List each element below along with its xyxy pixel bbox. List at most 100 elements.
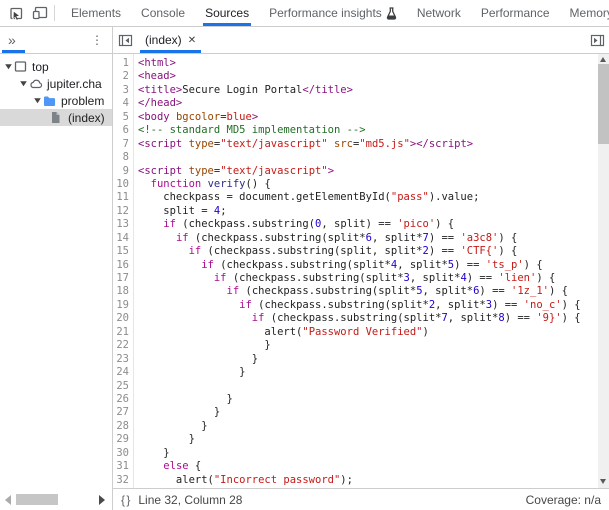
line-number[interactable]: 11 — [113, 191, 129, 204]
device-toolbar-icon[interactable] — [28, 2, 51, 24]
token-default_text: ).value; — [429, 191, 480, 203]
tree-item-top[interactable]: top — [0, 58, 112, 75]
scroll-down-icon[interactable] — [600, 479, 606, 484]
line-number[interactable]: 12 — [113, 205, 129, 218]
inspect-element-icon[interactable] — [5, 2, 28, 24]
token-default_text: } — [138, 339, 271, 351]
token-default_text: { — [189, 460, 202, 472]
token-string: blue — [227, 111, 252, 123]
expander-icon[interactable] — [3, 62, 14, 71]
file-icon — [50, 111, 65, 125]
code-line: if (checkpass.substring(split*7, split*8… — [138, 312, 609, 325]
line-number[interactable]: 1 — [113, 57, 129, 70]
token-default_text: , split* — [423, 285, 474, 297]
tree-item-index[interactable]: (index) — [0, 109, 112, 126]
line-number[interactable]: 13 — [113, 218, 129, 231]
line-number[interactable]: 14 — [113, 232, 129, 245]
line-number[interactable]: 5 — [113, 111, 129, 124]
token-default_text: (checkpass.substring(split* — [189, 232, 366, 244]
tab-performance[interactable]: Performance — [471, 0, 560, 26]
line-number[interactable]: 4 — [113, 97, 129, 110]
sidebar-horizontal-scrollbar[interactable] — [0, 491, 112, 508]
code-line: <title>Secure Login Portal</title> — [138, 84, 609, 97]
line-number[interactable]: 21 — [113, 326, 129, 339]
tree-item-problem[interactable]: problem — [0, 92, 112, 109]
token-keyword: if — [201, 259, 214, 271]
token-default_text: ) == — [429, 245, 461, 257]
line-number[interactable]: 2 — [113, 70, 129, 83]
line-number[interactable]: 25 — [113, 380, 129, 393]
code-content[interactable]: <html><head><title>Secure Login Portal</… — [134, 54, 609, 488]
code-line: if (checkpass.substring(split*6, split*7… — [138, 232, 609, 245]
line-number[interactable]: 18 — [113, 285, 129, 298]
line-number[interactable]: 27 — [113, 406, 129, 419]
devtools-window: ElementsConsoleSourcesPerformance insigh… — [0, 0, 609, 510]
line-number[interactable]: 28 — [113, 420, 129, 433]
scrollbar-thumb[interactable] — [16, 494, 58, 505]
line-number-gutter: 1234567891011121314151617181920212223242… — [113, 54, 134, 488]
code-line: } — [138, 366, 609, 379]
token-attribute: type — [189, 165, 214, 177]
vertical-scrollbar[interactable] — [598, 54, 609, 488]
line-number[interactable]: 32 — [113, 474, 129, 487]
close-icon[interactable]: ✕ — [188, 35, 196, 46]
token-keyword: if — [189, 245, 202, 257]
code-line: <!-- standard MD5 implementation --> — [138, 124, 609, 137]
token-default_text: split = — [138, 205, 214, 217]
scroll-left-icon[interactable] — [5, 495, 11, 505]
tree-item-label: top — [32, 60, 49, 74]
line-number[interactable]: 16 — [113, 259, 129, 272]
scrollbar-thumb[interactable] — [598, 64, 609, 144]
cursor-position-label: Line 32, Column 28 — [138, 493, 242, 507]
tab-elements[interactable]: Elements — [61, 0, 131, 26]
file-tab-index[interactable]: (index) ✕ — [137, 27, 204, 53]
token-keyword: if — [227, 285, 240, 297]
hide-navigator-icon[interactable] — [113, 27, 137, 53]
line-number[interactable]: 6 — [113, 124, 129, 137]
expander-icon[interactable] — [32, 96, 43, 105]
line-number[interactable]: 17 — [113, 272, 129, 285]
scroll-up-icon[interactable] — [600, 57, 606, 62]
line-number[interactable]: 23 — [113, 353, 129, 366]
tab-performance-insights[interactable]: Performance insights — [259, 0, 407, 26]
line-number[interactable]: 24 — [113, 366, 129, 379]
token-attribute: bgcolor — [176, 111, 220, 123]
line-number[interactable]: 9 — [113, 165, 129, 178]
line-number[interactable]: 30 — [113, 447, 129, 460]
tab-console[interactable]: Console — [131, 0, 195, 26]
expander-icon[interactable] — [18, 79, 29, 88]
token-string: "text/javascript" — [220, 138, 327, 150]
line-number[interactable]: 10 — [113, 178, 129, 191]
line-number[interactable]: 7 — [113, 138, 129, 151]
token-default_text — [138, 312, 252, 324]
line-number[interactable]: 19 — [113, 299, 129, 312]
code-line: } — [138, 353, 609, 366]
tab-memory[interactable]: Memory — [560, 0, 609, 26]
code-editor[interactable]: 1234567891011121314151617181920212223242… — [113, 54, 609, 488]
line-number[interactable]: 26 — [113, 393, 129, 406]
tree-item-jupiter-cha[interactable]: jupiter.cha — [0, 75, 112, 92]
line-number[interactable]: 8 — [113, 151, 129, 164]
line-number[interactable]: 15 — [113, 245, 129, 258]
token-default_text: } — [138, 433, 195, 445]
scroll-right-icon[interactable] — [99, 495, 105, 505]
line-number[interactable]: 31 — [113, 460, 129, 473]
line-number[interactable]: 22 — [113, 339, 129, 352]
line-number[interactable]: 29 — [113, 433, 129, 446]
token-string: '9}' — [536, 312, 561, 324]
show-debugger-pane-icon[interactable] — [585, 27, 609, 53]
tab-network[interactable]: Network — [407, 0, 471, 26]
more-panels-button[interactable]: » — [0, 32, 16, 48]
token-default_text: checkpass = document.getElementById( — [138, 191, 391, 203]
token-default_text: ) == — [467, 272, 499, 284]
line-number[interactable]: 20 — [113, 312, 129, 325]
line-number[interactable]: 3 — [113, 84, 129, 97]
token-default_text: ) { — [435, 218, 454, 230]
token-default_text: } — [138, 420, 208, 432]
tab-label: Network — [417, 6, 461, 20]
token-default_text — [138, 232, 176, 244]
tab-sources[interactable]: Sources — [195, 0, 259, 26]
kebab-menu-icon[interactable]: ⋮ — [91, 33, 112, 47]
pretty-print-button[interactable]: { } — [121, 493, 129, 507]
file-tree: topjupiter.chaproblem(index) — [0, 54, 112, 491]
